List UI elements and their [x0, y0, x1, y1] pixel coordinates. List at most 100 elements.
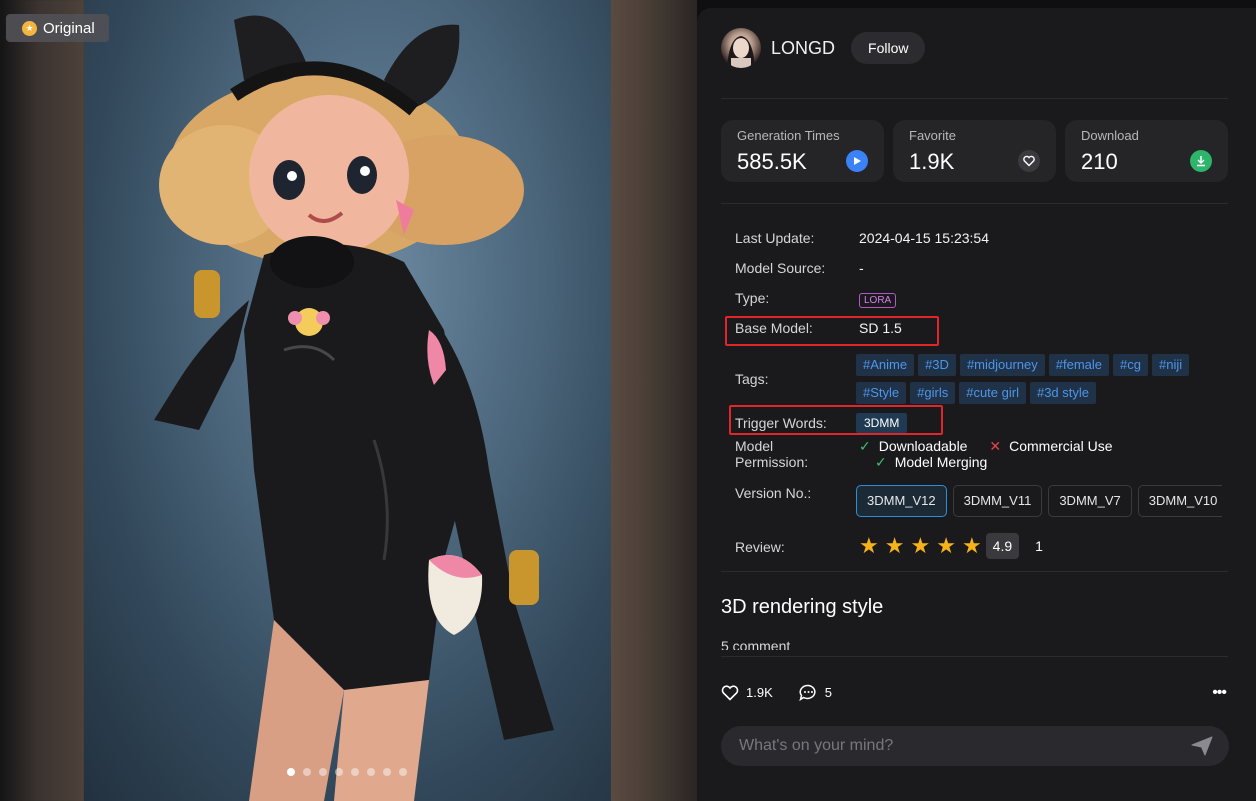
carousel-dot[interactable]	[287, 768, 295, 776]
stat-label: Favorite	[909, 128, 956, 143]
detail-label: Last Update:	[735, 230, 815, 246]
detail-value: -	[859, 260, 864, 276]
detail-label: Version No.:	[735, 485, 812, 501]
send-button[interactable]	[1191, 736, 1213, 761]
stat-generation-times: Generation Times 585.5K	[721, 120, 884, 182]
star-icon[interactable]: ★	[885, 535, 905, 557]
version-tab[interactable]: 3DMM_V10	[1137, 485, 1222, 517]
version-tab[interactable]: 3DMM_V7	[1048, 485, 1132, 517]
carousel-dot[interactable]	[399, 768, 407, 776]
divider	[721, 98, 1228, 99]
highlight-box-base-model	[725, 316, 939, 346]
version-tab[interactable]: 3DMM_V12	[856, 485, 947, 517]
original-badge-label: Original	[43, 19, 95, 37]
permission-label-line2: Permission:	[735, 454, 809, 470]
check-icon: ✓	[859, 438, 871, 454]
stats-row: Generation Times 585.5K Favorite 1.9K Do…	[721, 120, 1228, 182]
review-count: 1	[1035, 538, 1043, 554]
author-name[interactable]: LONGD	[771, 38, 835, 59]
divider	[721, 571, 1228, 572]
star-icon[interactable]: ★	[859, 535, 879, 557]
rating-score: 4.9	[985, 533, 1020, 559]
review-summary: ★ ★ ★ ★ ★ 4.9 1	[859, 533, 1043, 559]
comment-button[interactable]: 5	[799, 684, 832, 701]
tag-chip[interactable]: #3D	[918, 354, 956, 376]
original-badge: ★ Original	[6, 14, 109, 42]
tag-chip[interactable]: #Anime	[856, 354, 915, 376]
tags-row-1: #Anime #3D #midjourney #female #cg #niji	[856, 354, 1193, 376]
star-icon[interactable]: ★	[936, 535, 956, 557]
tag-chip[interactable]: #midjourney	[959, 354, 1045, 376]
detail-value: 2024-04-15 15:23:54	[859, 230, 989, 246]
follow-button[interactable]: Follow	[851, 32, 926, 64]
detail-label: Tags:	[735, 371, 769, 387]
carousel-dot[interactable]	[351, 768, 359, 776]
permission-list: ✓ Downloadable ✕ Commercial Use	[859, 438, 1113, 455]
type-badge: LORA	[859, 293, 897, 308]
detail-label: Model Permission:	[735, 438, 859, 470]
rating-stars[interactable]: ★ ★ ★ ★ ★	[859, 535, 982, 557]
stat-favorite: Favorite 1.9K	[893, 120, 1056, 182]
post-title: 3D rendering style	[721, 596, 884, 618]
tag-chip[interactable]: #female	[1048, 354, 1110, 376]
highlight-box-trigger-words	[729, 405, 943, 435]
tag-chip[interactable]: #girls	[910, 382, 956, 404]
permission-model-merging: Model Merging	[894, 454, 988, 470]
comment-input[interactable]	[739, 737, 1159, 755]
tag-chip[interactable]: #cg	[1113, 354, 1148, 376]
send-icon	[1191, 736, 1213, 756]
comment-count: 5	[824, 685, 832, 700]
avatar-image	[727, 36, 755, 68]
post-actions: 1.9K 5	[721, 684, 858, 701]
image-viewer[interactable]: ★ Original	[0, 0, 697, 801]
divider	[721, 203, 1228, 204]
download-icon[interactable]	[1190, 150, 1212, 172]
stat-label: Generation Times	[737, 128, 840, 143]
comment-icon	[799, 684, 816, 701]
tag-chip[interactable]: #3d style	[1029, 382, 1097, 404]
divider	[721, 656, 1228, 657]
check-icon: ✓	[875, 454, 887, 470]
star-icon[interactable]: ★	[910, 535, 930, 557]
detail-value: LORA	[859, 290, 897, 308]
version-tab[interactable]: 3DMM_V11	[952, 485, 1043, 517]
author-header: LONGD Follow	[721, 28, 926, 68]
blurred-background-left	[0, 0, 84, 801]
heart-icon	[721, 684, 739, 701]
medal-icon: ★	[22, 20, 37, 36]
star-icon[interactable]: ★	[962, 535, 982, 557]
carousel-dot[interactable]	[303, 768, 311, 776]
model-info-panel: LONGD Follow Generation Times 585.5K Fav…	[697, 8, 1256, 801]
carousel-dot[interactable]	[367, 768, 375, 776]
more-options-button[interactable]: •••	[1212, 684, 1227, 702]
tag-chip[interactable]: #cute girl	[959, 382, 1026, 404]
permission-commercial-use: Commercial Use	[1009, 438, 1113, 454]
carousel-dots[interactable]	[287, 768, 407, 776]
heart-icon[interactable]	[1018, 150, 1040, 172]
tag-chip[interactable]: #Style	[856, 382, 907, 404]
detail-label: Review:	[735, 539, 785, 555]
stat-download: Download 210	[1065, 120, 1228, 182]
carousel-dot[interactable]	[335, 768, 343, 776]
blurred-background-right	[611, 0, 697, 801]
carousel-dot[interactable]	[319, 768, 327, 776]
model-preview-image[interactable]	[84, 0, 611, 801]
tag-chip[interactable]: #niji	[1151, 354, 1190, 376]
permission-label-line1: Model	[735, 438, 774, 454]
detail-label: Type:	[735, 290, 770, 306]
permission-list-2: ✓ Model Merging	[875, 454, 987, 471]
version-tabs: 3DMM_V12 3DMM_V11 3DMM_V7 3DMM_V10	[856, 485, 1222, 517]
play-icon[interactable]	[846, 150, 868, 172]
like-button[interactable]: 1.9K	[721, 684, 773, 701]
permission-downloadable: Downloadable	[878, 438, 968, 454]
tags-row-2: #Style #girls #cute girl #3d style	[856, 382, 1100, 404]
carousel-dot[interactable]	[383, 768, 391, 776]
character-illustration	[154, 15, 554, 801]
stat-label: Download	[1081, 128, 1139, 143]
comment-composer	[721, 726, 1229, 766]
comments-count-text[interactable]: 5 comment	[721, 638, 790, 650]
like-count: 1.9K	[746, 685, 773, 700]
detail-label: Model Source:	[735, 260, 826, 276]
cross-icon: ✕	[989, 438, 1002, 454]
avatar[interactable]	[721, 28, 761, 68]
